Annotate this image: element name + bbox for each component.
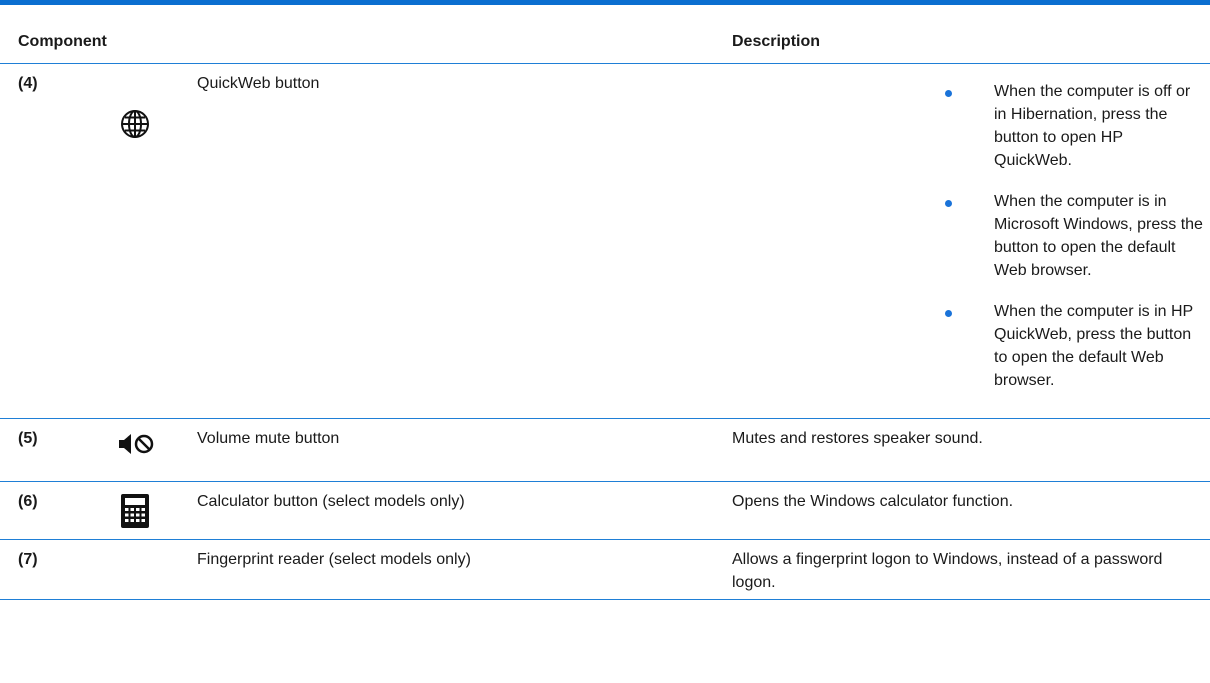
bullet-marker bbox=[945, 310, 952, 317]
row-number: (7) bbox=[18, 551, 38, 568]
table-top-rule bbox=[0, 0, 1210, 5]
bullet-marker bbox=[945, 200, 952, 207]
component-name: QuickWeb button bbox=[197, 75, 320, 92]
row-number: (4) bbox=[18, 75, 38, 92]
row-number: (6) bbox=[18, 493, 38, 510]
description-bullet: When the computer is in HP QuickWeb, pre… bbox=[994, 303, 1193, 389]
row-rule bbox=[0, 539, 1210, 540]
component-name: Fingerprint reader (select models only) bbox=[197, 551, 471, 568]
component-name: Calculator button (select models only) bbox=[197, 493, 465, 510]
bullet-marker bbox=[945, 90, 952, 97]
component-description: Mutes and restores speaker sound. bbox=[732, 430, 983, 447]
globe-icon bbox=[121, 110, 149, 138]
description-bullet: When the computer is in Microsoft Window… bbox=[994, 193, 1203, 279]
component-name: Volume mute button bbox=[197, 430, 340, 447]
table-bottom-rule bbox=[0, 599, 1210, 600]
calculator-icon bbox=[121, 494, 149, 528]
description-column-header: Description bbox=[732, 33, 821, 50]
component-column-header: Component bbox=[18, 33, 107, 50]
volume-mute-icon bbox=[119, 434, 154, 454]
description-bullet: When the computer is off or in Hibernati… bbox=[994, 83, 1191, 169]
header-rule bbox=[0, 63, 1210, 64]
component-description: Opens the Windows calculator function. bbox=[732, 493, 1014, 510]
component-description: Allows a fingerprint logon to Windows, i… bbox=[732, 551, 1163, 591]
row-rule bbox=[0, 481, 1210, 482]
row-rule bbox=[0, 418, 1210, 419]
row-number: (5) bbox=[18, 430, 38, 447]
